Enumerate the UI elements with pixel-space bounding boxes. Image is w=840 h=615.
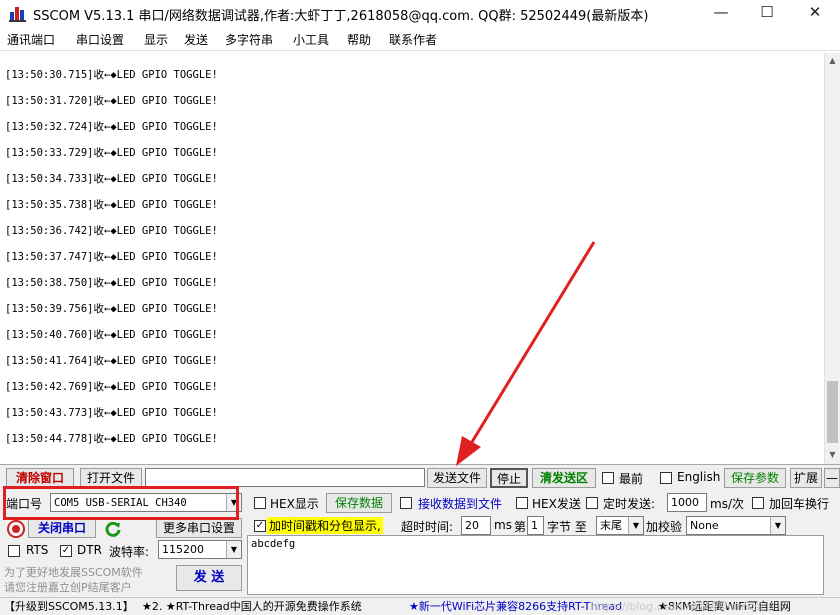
annotation-arrow-icon xyxy=(456,241,596,466)
